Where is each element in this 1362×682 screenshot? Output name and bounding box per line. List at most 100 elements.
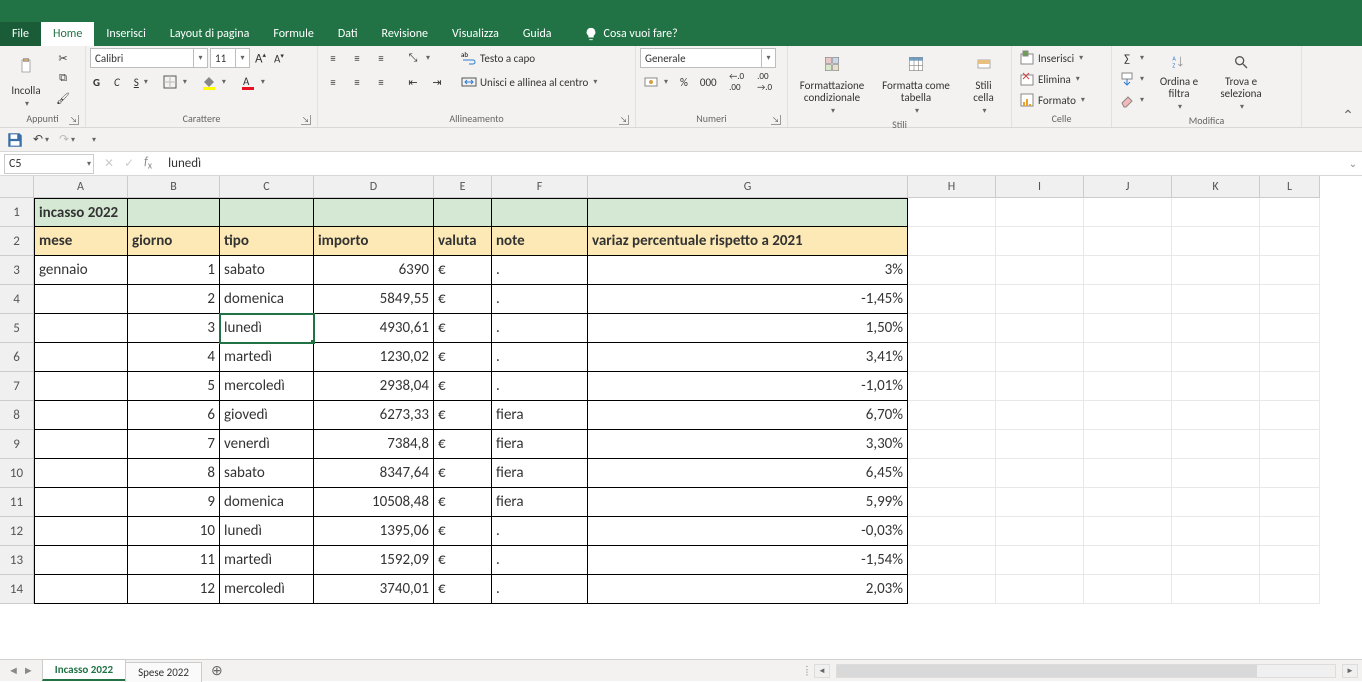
cell[interactable]: [1084, 575, 1172, 604]
cell[interactable]: [996, 198, 1084, 227]
align-top-button[interactable]: ≡: [322, 48, 344, 68]
column-header[interactable]: D: [314, 176, 434, 197]
cell[interactable]: 5849,55: [314, 285, 434, 314]
cell[interactable]: [1172, 256, 1260, 285]
fill-color-button[interactable]: ▾: [198, 72, 229, 92]
increase-indent-button[interactable]: ⇥: [426, 72, 448, 92]
cell[interactable]: .: [492, 546, 588, 575]
cell[interactable]: €: [434, 546, 492, 575]
cell[interactable]: -0,03%: [588, 517, 908, 546]
row-header[interactable]: 1: [0, 198, 33, 227]
row-header[interactable]: 5: [0, 314, 33, 343]
cell[interactable]: [1260, 430, 1320, 459]
find-select-button[interactable]: Trova e seleziona▾: [1211, 48, 1271, 114]
cell[interactable]: [34, 459, 128, 488]
cell[interactable]: 2,03%: [588, 575, 908, 604]
formula-input[interactable]: lunedì: [162, 156, 1344, 171]
cell[interactable]: domenica: [220, 488, 314, 517]
sort-filter-button[interactable]: AZ Ordina e filtra▾: [1151, 48, 1207, 114]
cell[interactable]: [1172, 285, 1260, 314]
cell[interactable]: [34, 575, 128, 604]
cell[interactable]: [908, 546, 996, 575]
cell[interactable]: [908, 575, 996, 604]
cell[interactable]: fiera: [492, 459, 588, 488]
cell[interactable]: venerdì: [220, 430, 314, 459]
cell[interactable]: fiera: [492, 488, 588, 517]
tab-insert[interactable]: Inserisci: [94, 22, 157, 46]
autosum-button[interactable]: ∑▾: [1116, 48, 1147, 68]
cell[interactable]: €: [434, 430, 492, 459]
cell[interactable]: [1084, 459, 1172, 488]
cell[interactable]: 10508,48: [314, 488, 434, 517]
cell[interactable]: [1172, 517, 1260, 546]
hscroll-track[interactable]: [836, 664, 1336, 678]
cell[interactable]: [1172, 575, 1260, 604]
cell[interactable]: [1084, 517, 1172, 546]
cell[interactable]: [34, 430, 128, 459]
conditional-format-button[interactable]: Formattazione condizionale▾: [792, 48, 872, 118]
cell[interactable]: [996, 314, 1084, 343]
cell[interactable]: [1084, 256, 1172, 285]
cell[interactable]: [996, 227, 1084, 256]
cell[interactable]: tipo: [220, 227, 314, 256]
cell[interactable]: [908, 401, 996, 430]
cell[interactable]: €: [434, 517, 492, 546]
row-header[interactable]: 12: [0, 517, 33, 546]
undo-button[interactable]: ↶▾: [32, 131, 50, 149]
cell[interactable]: [996, 372, 1084, 401]
cell[interactable]: €: [434, 256, 492, 285]
cell[interactable]: 3%: [588, 256, 908, 285]
decrease-decimal-button[interactable]: .00→.0: [754, 72, 776, 92]
cell[interactable]: 6390: [314, 256, 434, 285]
qat-customize-button[interactable]: ▾: [84, 131, 102, 149]
column-header[interactable]: B: [128, 176, 220, 197]
cell[interactable]: 4930,61: [314, 314, 434, 343]
expand-formula-bar-button[interactable]: ⌄: [1344, 157, 1362, 170]
cell[interactable]: martedì: [220, 343, 314, 372]
cell[interactable]: €: [434, 401, 492, 430]
cell[interactable]: [1172, 198, 1260, 227]
cell[interactable]: 7384,8: [314, 430, 434, 459]
percent-button[interactable]: %: [677, 72, 691, 92]
increase-font-button[interactable]: A▴: [252, 48, 269, 68]
cell[interactable]: [996, 430, 1084, 459]
cell[interactable]: 1: [128, 256, 220, 285]
cell[interactable]: sabato: [220, 459, 314, 488]
cell[interactable]: [1260, 575, 1320, 604]
column-header[interactable]: G: [588, 176, 908, 197]
row-header[interactable]: 14: [0, 575, 33, 604]
cell[interactable]: [1172, 401, 1260, 430]
cell[interactable]: valuta: [434, 227, 492, 256]
cell[interactable]: [34, 285, 128, 314]
decrease-indent-button[interactable]: ⇤: [402, 72, 424, 92]
cell[interactable]: 1,50%: [588, 314, 908, 343]
cell[interactable]: [34, 401, 128, 430]
cell[interactable]: 4: [128, 343, 220, 372]
tab-help[interactable]: Guida: [511, 22, 564, 46]
decrease-font-button[interactable]: A▾: [271, 48, 287, 68]
cell[interactable]: fiera: [492, 430, 588, 459]
cell[interactable]: [1260, 198, 1320, 227]
cell[interactable]: [1260, 517, 1320, 546]
align-left-button[interactable]: ≡: [322, 72, 344, 92]
hscroll-thumb[interactable]: [837, 665, 1257, 677]
cell[interactable]: 11: [128, 546, 220, 575]
cell[interactable]: 3: [128, 314, 220, 343]
cell[interactable]: [908, 285, 996, 314]
orientation-button[interactable]: ⤡▾: [402, 48, 433, 68]
cell[interactable]: 6273,33: [314, 401, 434, 430]
font-color-button[interactable]: A▾: [237, 72, 268, 92]
cell[interactable]: [1084, 285, 1172, 314]
cell[interactable]: [1084, 372, 1172, 401]
row-header[interactable]: 4: [0, 285, 33, 314]
cell[interactable]: 5: [128, 372, 220, 401]
cell[interactable]: [34, 314, 128, 343]
cancel-formula-button[interactable]: ✕: [104, 156, 114, 171]
cell[interactable]: -1,54%: [588, 546, 908, 575]
cell[interactable]: .: [492, 256, 588, 285]
row-header[interactable]: 10: [0, 459, 33, 488]
cell[interactable]: [1084, 314, 1172, 343]
enter-formula-button[interactable]: ✓: [124, 156, 134, 171]
dialog-launcher-font[interactable]: ↘: [301, 115, 311, 125]
column-header[interactable]: A: [34, 176, 128, 197]
